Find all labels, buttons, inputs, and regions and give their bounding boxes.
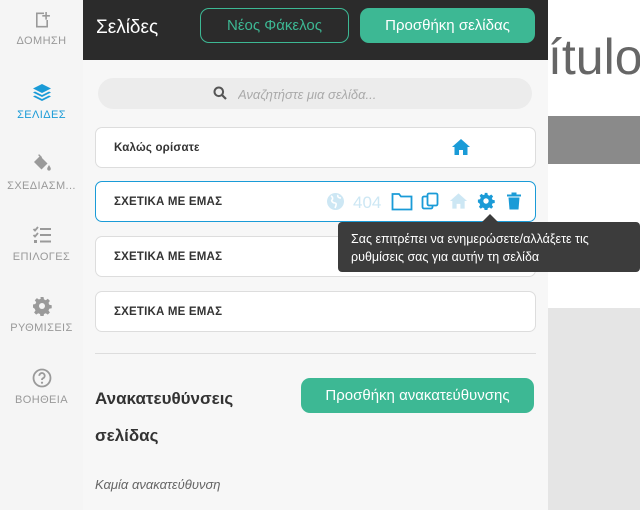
rail-item-design[interactable]: ΣΧΕΔΙΑΣΜ... [0, 154, 83, 192]
page-search[interactable] [98, 78, 532, 109]
status-code-404[interactable]: 404 [353, 193, 381, 213]
paint-bucket-icon [33, 154, 51, 171]
canvas-gray-block [548, 308, 640, 510]
tooltip-arrow [482, 214, 498, 222]
canvas-hero-title: ítulo [548, 29, 640, 85]
add-page-icon [35, 12, 50, 28]
page-name: Καλώς ορίσατε [114, 142, 200, 154]
folder-icon[interactable] [391, 192, 413, 211]
rail-item-help[interactable]: ΒΟΗΘΕΙΑ [0, 368, 83, 406]
search-icon [213, 86, 227, 100]
add-redirect-button[interactable]: Προσθήκη ανακατεύθυνσης [301, 378, 534, 413]
help-icon [32, 368, 51, 388]
section-divider [95, 353, 536, 354]
page-name: ΣΧΕΤΙΚΑ ΜΕ ΕΜΑΣ [114, 196, 223, 208]
globe-icon[interactable] [326, 192, 345, 211]
page-row-selected[interactable]: ΣΧΕΤΙΚΑ ΜΕ ΕΜΑΣ 404 [95, 181, 536, 222]
page-name: ΣΧΕΤΙΚΑ ΜΕ ΕΜΑΣ [114, 306, 223, 318]
new-folder-button[interactable]: Νέος Φάκελος [200, 8, 349, 43]
redirects-title: Ανακατευθύνσεις σελίδας [95, 389, 234, 445]
rail-label-pages: ΣΕΛΙΔΕΣ [17, 109, 66, 121]
left-rail: ΔΟΜΗΣΗ ΣΕΛΙΔΕΣ ΣΧΕΔΙΑΣΜ... ΕΠΙΛΟΓΕΣ ΡΥΘΜ… [0, 0, 83, 510]
page-row[interactable]: Καλώς ορίσατε [95, 127, 536, 168]
no-redirect-text: Καμία ανακατεύθυνση [95, 477, 221, 492]
rail-label-design: ΣΧΕΔΙΑΣΜ... [7, 180, 76, 192]
rail-item-pages[interactable]: ΣΕΛΙΔΕΣ [0, 83, 83, 121]
page-settings-gear-icon[interactable] [477, 192, 495, 210]
panel-body: Καλώς ορίσατε ΣΧΕΤΙΚΑ ΜΕ ΕΜΑΣ 404 ΣΧΕΤΙΚ… [83, 60, 548, 510]
add-page-button[interactable]: Προσθήκη σελίδας [360, 8, 535, 43]
rail-item-structure[interactable]: ΔΟΜΗΣΗ [0, 11, 83, 47]
set-home-icon[interactable] [449, 192, 468, 210]
checklist-icon [32, 226, 51, 243]
duplicate-icon[interactable] [421, 192, 440, 211]
gear-icon [32, 297, 52, 316]
panel-header: Σελίδες Νέος Φάκελος Προσθήκη σελίδας [83, 0, 548, 60]
page-row[interactable]: ΣΧΕΤΙΚΑ ΜΕ ΕΜΑΣ [95, 291, 536, 332]
rail-label-settings: ΡΥΘΜΙΣΕΙΣ [10, 322, 73, 334]
rail-label-options: ΕΠΙΛΟΓΕΣ [12, 251, 71, 263]
trash-icon[interactable] [506, 192, 522, 210]
rail-item-options[interactable]: ΕΠΙΛΟΓΕΣ [0, 225, 83, 263]
settings-tooltip: Σας επιτρέπει να ενημερώσετε/αλλάξετε τι… [338, 222, 640, 272]
home-icon [452, 139, 470, 155]
rail-label-help: ΒΟΗΘΕΙΑ [15, 394, 68, 406]
rail-label-structure: ΔΟΜΗΣΗ [16, 35, 67, 47]
canvas-gray-bar [548, 116, 640, 164]
page-name: ΣΧΕΤΙΚΑ ΜΕ ΕΜΑΣ [114, 251, 223, 263]
layers-icon [32, 84, 51, 101]
rail-item-settings[interactable]: ΡΥΘΜΙΣΕΙΣ [0, 296, 83, 334]
panel-title: Σελίδες [96, 17, 159, 38]
search-input[interactable] [238, 84, 518, 104]
